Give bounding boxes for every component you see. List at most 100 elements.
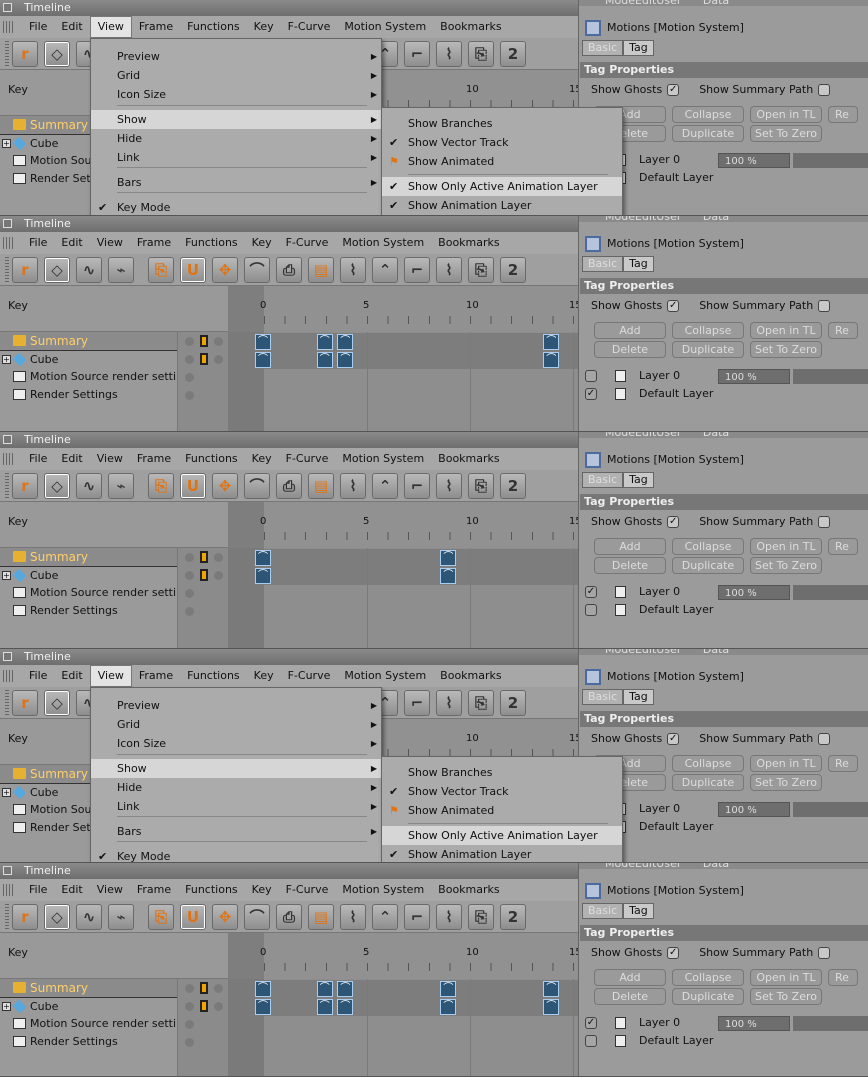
show-ghosts-checkbox[interactable]: ✓: [667, 84, 680, 96]
bake-button[interactable]: ⎘: [468, 903, 494, 930]
view-menu-show[interactable]: ▶ Show: [91, 110, 381, 129]
dope-mode-button[interactable]: ⌁: [108, 472, 134, 499]
layer-row[interactable]: ✓Layer 0100 %: [583, 800, 868, 818]
linear-button[interactable]: ⌐: [404, 689, 430, 716]
attribute-menu-item[interactable]: User Data: [656, 216, 729, 223]
enable-toggle[interactable]: [214, 553, 223, 562]
menu-edit[interactable]: Edit: [54, 665, 89, 687]
move-button[interactable]: ✥: [212, 903, 238, 930]
ruler-button[interactable]: ▤: [308, 256, 334, 283]
expand-icon[interactable]: +: [2, 355, 11, 364]
collapse-button[interactable]: Collapse: [672, 538, 744, 555]
lock-button[interactable]: ⎙: [276, 256, 302, 283]
tab-basic[interactable]: Basic: [582, 40, 624, 56]
fcurve-mode-button[interactable]: ∿: [76, 472, 102, 499]
open-in-tl-button[interactable]: Open in TL: [750, 969, 822, 986]
menu-view[interactable]: View: [89, 665, 132, 687]
view-menu-grid[interactable]: ▶ Grid: [91, 715, 381, 734]
lock-button[interactable]: ⎙: [276, 472, 302, 499]
re-button[interactable]: Re: [828, 969, 858, 986]
view-menu-grid[interactable]: ▶ Grid: [91, 66, 381, 85]
fcurve-mode-button[interactable]: ∿: [76, 903, 102, 930]
expand-icon[interactable]: +: [2, 139, 11, 148]
lock-icon[interactable]: [200, 353, 208, 365]
step-button[interactable]: ⌇: [436, 40, 462, 67]
solo-toggle[interactable]: [185, 391, 194, 400]
menu-key[interactable]: Key: [245, 879, 279, 901]
menu-functions[interactable]: Functions: [180, 16, 247, 38]
ease-button[interactable]: ⌃: [372, 472, 398, 499]
menu-f-curve[interactable]: F-Curve: [279, 448, 336, 470]
solo-toggle[interactable]: [185, 984, 194, 993]
keyframe-icon[interactable]: ⌒: [337, 352, 354, 368]
attribute-menu-item[interactable]: Mode: [605, 0, 635, 7]
solo-toggle[interactable]: [185, 337, 194, 346]
layer-checkbox[interactable]: [585, 370, 597, 382]
attribute-menu-item[interactable]: Mode: [605, 216, 635, 223]
enable-toggle[interactable]: [214, 571, 223, 580]
set-to-zero-button[interactable]: Set To Zero: [750, 557, 822, 574]
enable-toggle[interactable]: [214, 337, 223, 346]
linear-button[interactable]: ⌐: [404, 472, 430, 499]
open-in-tl-button[interactable]: Open in TL: [750, 106, 822, 123]
menu-bookmarks[interactable]: Bookmarks: [431, 232, 506, 254]
attribute-menu-item[interactable]: User Data: [656, 863, 729, 870]
linear-button[interactable]: ⌐: [404, 256, 430, 283]
key-select-button[interactable]: ◇: [44, 689, 70, 716]
solo-toggle[interactable]: [185, 553, 194, 562]
layer-strength-slider[interactable]: [793, 585, 868, 600]
menu-frame[interactable]: Frame: [132, 665, 180, 687]
menu-motion-system[interactable]: Motion System: [335, 448, 431, 470]
menu-edit[interactable]: Edit: [54, 16, 89, 38]
curve-button[interactable]: ⌒: [244, 472, 270, 499]
show-submenu-item[interactable]: ⚑ Show Animated: [382, 801, 622, 820]
step-button[interactable]: ⌇: [436, 256, 462, 283]
keyframe-icon[interactable]: ⌒: [255, 568, 271, 584]
enable-toggle[interactable]: [214, 1002, 223, 1011]
menu-file[interactable]: File: [22, 665, 54, 687]
key-select-button[interactable]: ◇: [44, 256, 70, 283]
layer-strength-field[interactable]: 100 %: [718, 802, 790, 817]
fcurve-mode-button[interactable]: ∿: [76, 256, 102, 283]
view-menu-bars[interactable]: ▶ Bars: [91, 822, 381, 841]
set-to-zero-button[interactable]: Set To Zero: [750, 341, 822, 358]
keyframe-icon[interactable]: ⌒: [440, 568, 457, 584]
new-key-button[interactable]: ⎘: [148, 472, 174, 499]
show-summary-path-checkbox[interactable]: [818, 300, 831, 312]
key-select-button[interactable]: ◇: [44, 903, 70, 930]
layer-row[interactable]: ✓ Default Layer: [583, 385, 868, 403]
record-button[interactable]: r: [12, 256, 38, 283]
view-menu-icon-size[interactable]: ▶ Icon Size: [91, 85, 381, 104]
linear-button[interactable]: ⌐: [404, 40, 430, 67]
open-in-tl-button[interactable]: Open in TL: [750, 322, 822, 339]
menu-bookmarks[interactable]: Bookmarks: [433, 16, 508, 38]
keyframe-icon[interactable]: ⌒: [255, 334, 271, 350]
layer-row[interactable]: Layer 0 100 %: [583, 367, 868, 385]
menu-key[interactable]: Key: [245, 232, 279, 254]
toolbar-grip-icon[interactable]: [5, 472, 9, 499]
lock-icon[interactable]: [200, 569, 208, 581]
motion-layer-button[interactable]: 2: [500, 40, 526, 67]
attribute-menu-item[interactable]: Edit: [635, 432, 656, 439]
keyframe-icon[interactable]: ⌒: [255, 352, 271, 368]
window-close-icon[interactable]: [3, 652, 12, 661]
motion-layer-button[interactable]: 2: [500, 256, 526, 283]
tab-basic[interactable]: Basic: [582, 256, 624, 272]
menu-motion-system[interactable]: Motion System: [337, 665, 433, 687]
dope-mode-button[interactable]: ⌁: [108, 256, 134, 283]
view-menu-key-mode[interactable]: ✔ Key Mode: [91, 198, 381, 215]
lock-icon[interactable]: [200, 1000, 208, 1012]
layer-row[interactable]: Default Layer: [583, 818, 868, 836]
move-button[interactable]: ✥: [212, 256, 238, 283]
menu-edit[interactable]: Edit: [54, 879, 89, 901]
curve-button[interactable]: ⌒: [244, 903, 270, 930]
keyframe-icon[interactable]: ⌒: [440, 981, 457, 997]
enable-toggle[interactable]: [214, 355, 223, 364]
attribute-menu-item[interactable]: Edit: [635, 216, 656, 223]
keyframe-icon[interactable]: ⌒: [316, 981, 333, 997]
collapse-button[interactable]: Collapse: [672, 106, 744, 123]
keyframe-icon[interactable]: ⌒: [543, 981, 560, 997]
open-in-tl-button[interactable]: Open in TL: [750, 538, 822, 555]
break-button[interactable]: ⌇: [340, 256, 366, 283]
set-to-zero-button[interactable]: Set To Zero: [750, 125, 822, 142]
